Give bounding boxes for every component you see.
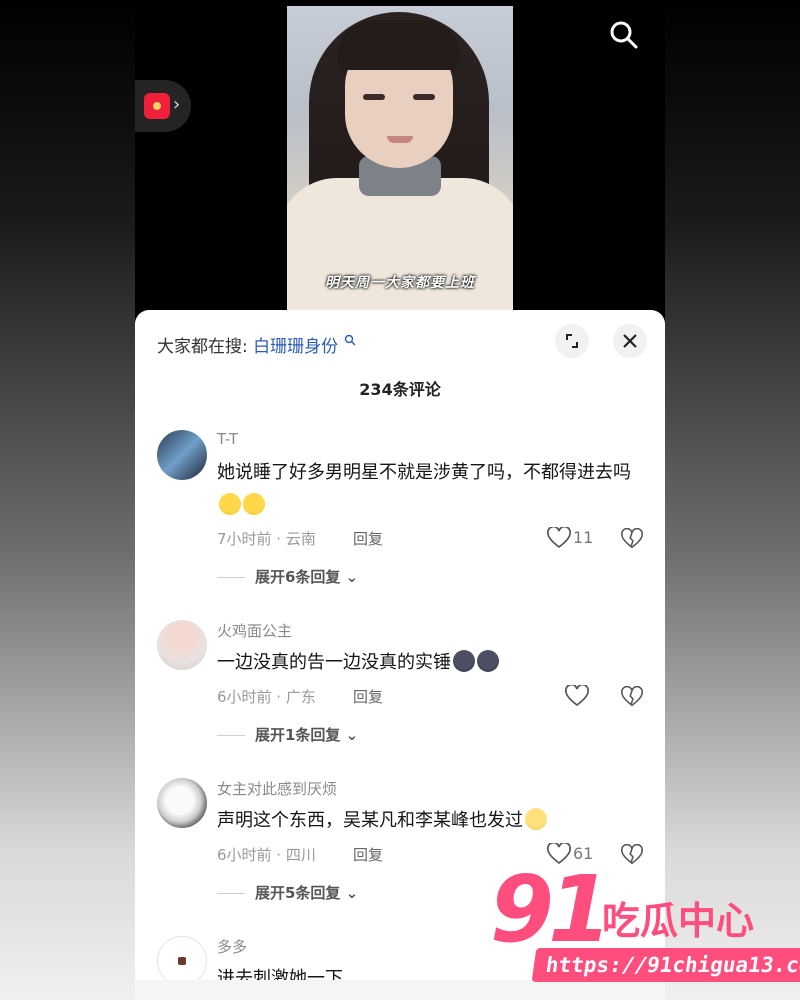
chevron-down-icon: ⌄	[340, 568, 359, 586]
red-packet-button[interactable]: ›	[135, 80, 191, 132]
comment-username[interactable]: T-T	[217, 430, 238, 448]
divider-line	[217, 577, 245, 578]
comment-meta: 6小时前 · 四川	[217, 846, 316, 864]
divider-line	[217, 735, 245, 736]
watermark-brand: 吃瓜中心	[602, 899, 755, 943]
watermark-number: 91	[490, 856, 612, 963]
chevron-down-icon: ⌄	[340, 726, 359, 744]
comment-text: 声明这个东西，吴某凡和李某峰也发过	[217, 804, 647, 837]
broken-heart-icon	[621, 527, 643, 549]
dislike-button[interactable]	[621, 527, 643, 550]
comment-text-content: 声明这个东西，吴某凡和李某峰也发过	[217, 810, 523, 831]
expand-replies-button[interactable]: 展开6条回复 ⌄	[217, 566, 358, 587]
close-icon	[623, 334, 637, 348]
broken-heart-icon	[621, 685, 643, 707]
dark-face-emoji	[453, 650, 475, 672]
expand-panel-button[interactable]	[555, 324, 589, 358]
dislike-button[interactable]	[621, 685, 643, 708]
avatar[interactable]	[157, 936, 207, 986]
expand-replies-button[interactable]: 展开1条回复 ⌄	[217, 724, 358, 745]
sweat-face-emoji	[525, 808, 547, 830]
video-eye-right	[413, 94, 435, 100]
video-mouth-shape	[387, 136, 413, 143]
comment-text-content: 一边没真的告一边没真的实锤	[217, 652, 451, 673]
dark-face-emoji	[477, 650, 499, 672]
like-button[interactable]: 11	[547, 525, 593, 551]
video-eye-left	[363, 94, 385, 100]
red-packet-icon	[144, 93, 170, 119]
hot-search-prefix: 大家都在搜:	[157, 337, 248, 357]
comment-username[interactable]: 火鸡面公主	[217, 620, 292, 641]
reply-button[interactable]: 回复	[353, 844, 383, 865]
reply-button[interactable]: 回复	[353, 686, 383, 707]
comment-meta: 7小时前 · 云南	[217, 530, 316, 548]
divider-line	[217, 893, 245, 894]
search-icon[interactable]	[607, 18, 641, 52]
laugh-cry-emoji	[243, 493, 265, 515]
video-player[interactable]: 明天周一大家都要上班	[287, 6, 513, 310]
like-count: 11	[573, 528, 594, 547]
heart-icon	[565, 683, 589, 707]
video-bangs-shape	[337, 20, 461, 70]
expand-replies-label: 展开5条回复	[255, 884, 341, 902]
chevron-right-icon: ›	[173, 94, 181, 115]
laugh-cry-emoji	[219, 493, 241, 515]
avatar-dot	[178, 957, 186, 965]
comment-text: 一边没真的告一边没真的实锤	[217, 646, 647, 679]
search-small-icon	[344, 334, 356, 346]
heart-icon	[547, 525, 571, 549]
video-subtitle: 明天周一大家都要上班	[325, 275, 475, 291]
hot-search-term[interactable]: 白珊珊身份	[253, 337, 338, 357]
comment-count: 234条评论	[359, 380, 441, 399]
expand-replies-label: 展开1条回复	[255, 726, 341, 744]
comment-text: 她说睡了好多男明星不就是涉黄了吗，不都得进去吗	[217, 456, 647, 522]
avatar[interactable]	[157, 620, 207, 670]
chevron-down-icon: ⌄	[340, 884, 359, 902]
expand-replies-label: 展开6条回复	[255, 568, 341, 586]
comment-username[interactable]: 多多	[217, 936, 247, 957]
hot-search-bar[interactable]: 大家都在搜: 白珊珊身份	[157, 332, 356, 357]
watermark-url: https://91chigua13.com	[531, 948, 800, 982]
comment-meta: 6小时前 · 广东	[217, 688, 316, 706]
expand-replies-button[interactable]: 展开5条回复 ⌄	[217, 882, 358, 903]
phone-screen: 明天周一大家都要上班 › 大家都在搜: 白珊珊身份 234条评论 T-T 她说睡…	[135, 0, 665, 1000]
comment-username[interactable]: 女主对此感到厌烦	[217, 778, 337, 799]
close-panel-button[interactable]	[613, 324, 647, 358]
watermark-logo: 91 吃瓜中心 https://91chigua13.com	[490, 856, 800, 992]
avatar[interactable]	[157, 778, 207, 828]
reply-button[interactable]: 回复	[353, 528, 383, 549]
like-button[interactable]	[565, 683, 589, 709]
expand-icon	[566, 334, 578, 348]
avatar[interactable]	[157, 430, 207, 480]
comment-text-content: 她说睡了好多男明星不就是涉黄了吗，不都得进去吗	[217, 462, 631, 483]
